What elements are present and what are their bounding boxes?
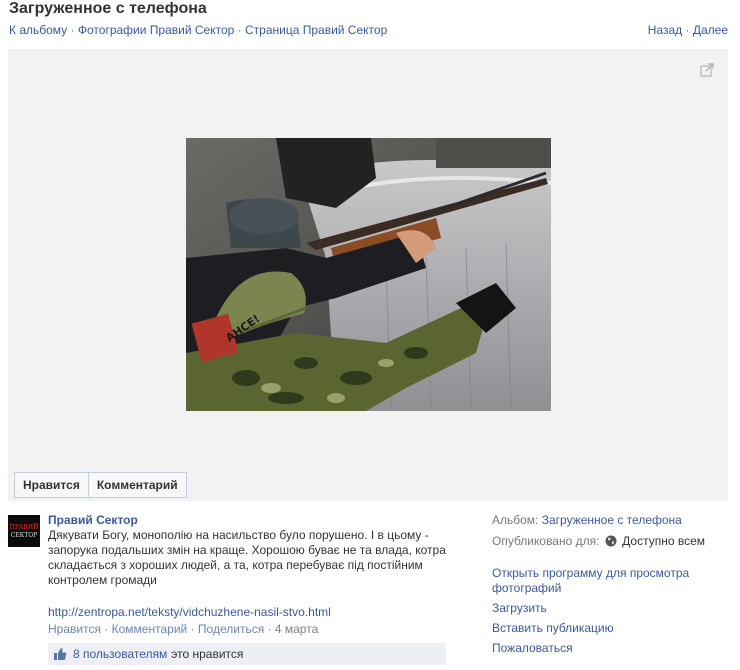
globe-icon	[605, 535, 617, 547]
album-row: Альбом: Загруженное с телефона	[492, 513, 732, 528]
photo-stage: AHCE! Нравится Комментарий	[8, 49, 728, 501]
meta-separator: ·	[190, 622, 195, 636]
expand-icon[interactable]	[700, 63, 714, 77]
album-link[interactable]: Загруженное с телефона	[542, 513, 682, 527]
post-text: Дякувати Богу, монополію на насильство б…	[48, 528, 446, 587]
photo-actions: Нравится Комментарий	[14, 472, 187, 498]
avatar-text-top: ПРАВИЙ	[9, 524, 39, 531]
like-button[interactable]: Нравится	[15, 473, 88, 497]
privacy-row: Опубликовано для: Доступно всем	[492, 534, 732, 549]
thumbs-up-icon	[54, 648, 67, 660]
avatar-text-bottom: СЕКТОР	[10, 532, 38, 539]
post-date[interactable]: 4 марта	[275, 622, 318, 636]
sidebar-links: Открыть программу для просмотра фотограф…	[492, 566, 732, 656]
avatar[interactable]: ПРАВИЙ СЕКТОР	[8, 515, 40, 547]
meta-separator: ·	[104, 622, 109, 636]
breadcrumb-album-link[interactable]: К альбому	[9, 23, 67, 37]
photo-sidebar: Альбом: Загруженное с телефона Опубликов…	[492, 513, 732, 661]
post-comment-link[interactable]: Комментарий	[112, 622, 188, 636]
post-author[interactable]: Правий Сектор	[48, 513, 448, 527]
open-viewer-link[interactable]: Открыть программу для просмотра фотограф…	[492, 566, 732, 596]
breadcrumb-page-link[interactable]: Страница Правий Сектор	[245, 23, 387, 37]
post-link[interactable]: http://zentropa.net/teksty/vidchuzhene-n…	[48, 605, 448, 619]
published-label: Опубликовано для:	[492, 534, 600, 548]
album-label: Альбом:	[492, 513, 539, 527]
download-link[interactable]: Загрузить	[492, 601, 732, 616]
embed-post-link[interactable]: Вставить публикацию	[492, 621, 732, 636]
next-link[interactable]: Далее	[693, 23, 728, 37]
prev-link[interactable]: Назад	[648, 23, 682, 37]
post: Правий Сектор Дякувати Богу, монополію н…	[48, 513, 448, 636]
likes-text: это нравится	[171, 647, 244, 661]
breadcrumb-separator: ·	[237, 23, 242, 37]
pager-separator: ·	[685, 23, 690, 37]
post-meta: Нравится · Комментарий · Поделиться · 4 …	[48, 622, 448, 636]
report-link[interactable]: Пожаловаться	[492, 641, 732, 656]
photo[interactable]: AHCE!	[186, 138, 551, 411]
post-share-link[interactable]: Поделиться	[198, 622, 264, 636]
page-title: Загруженное с телефона	[9, 0, 207, 17]
published-value[interactable]: Доступно всем	[622, 534, 705, 548]
likes-count-link[interactable]: 8 пользователям	[73, 647, 167, 661]
photo-pager: Назад · Далее	[648, 23, 728, 37]
meta-separator: ·	[267, 622, 272, 636]
breadcrumb-photos-link[interactable]: Фотографии Правий Сектор	[78, 23, 234, 37]
photo-image: AHCE!	[186, 138, 551, 411]
comment-button[interactable]: Комментарий	[87, 473, 186, 497]
likes-bar: 8 пользователям это нравится	[48, 643, 446, 665]
breadcrumb: К альбому · Фотографии Правий Сектор · С…	[9, 23, 387, 37]
post-like-link[interactable]: Нравится	[48, 622, 101, 636]
breadcrumb-separator: ·	[70, 23, 75, 37]
